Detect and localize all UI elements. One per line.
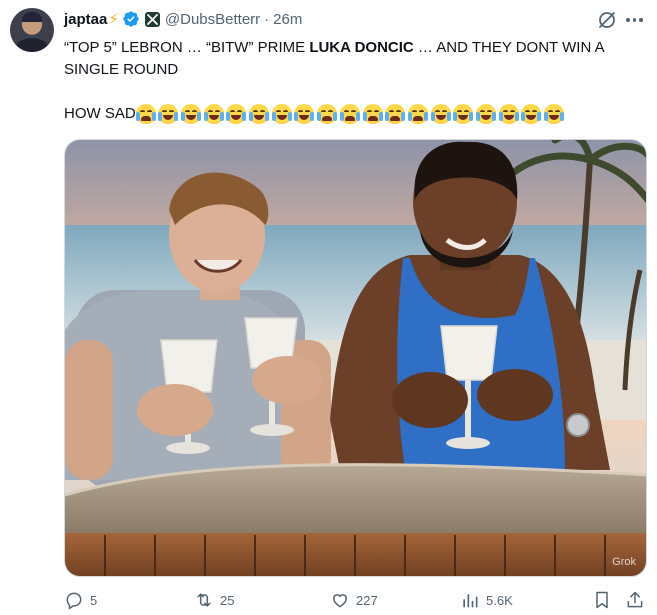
tweet-header: japtaa ⚡ @DubsBetterr · 26m [64,9,302,29]
like-icon [330,590,350,610]
laughing-tears-emoji [475,104,496,124]
crying-face-emoji [407,104,428,124]
x-affiliate-icon[interactable] [144,11,160,27]
bookmark-icon [592,590,612,610]
author-handle[interactable]: @DubsBetterr [165,11,260,28]
views-button[interactable]: 5.6K [460,590,513,610]
author-emoji: ⚡ [108,11,119,28]
laughing-tears-emoji [271,104,292,124]
laughing-tears-emoji [226,104,247,124]
action-bar: 5 25 227 5.6K [64,590,647,612]
bookmark-button[interactable] [592,590,612,610]
reply-count: 5 [90,592,98,608]
views-icon [460,590,480,610]
tweet-text-line2: HOW SAD [64,103,567,125]
verified-badge-icon[interactable] [122,10,140,28]
laughing-tears-emoji [181,104,202,124]
laughing-tears-emoji [203,104,224,124]
text-part-1: “TOP 5” LEBRON … “BITW” PRIME [64,39,310,56]
timestamp[interactable]: 26m [273,11,302,28]
repost-icon [194,590,214,610]
laughing-tears-emoji [453,104,474,124]
avatar[interactable] [10,8,54,52]
avatar-shirt [16,38,48,52]
text-bold: LUKA DONCIC [309,39,414,56]
text-line2: HOW SAD [64,105,136,122]
laughing-tears-emoji [498,104,519,124]
share-button[interactable] [625,590,645,610]
grok-watermark: Grok [612,556,636,568]
laughing-tears-emoji [249,104,270,124]
crying-face-emoji [362,104,383,124]
beach-photo [65,140,646,576]
more-icon[interactable] [626,18,643,22]
emoji-row [135,104,567,124]
like-count: 227 [356,592,378,608]
laughing-tears-emoji [158,104,179,124]
tweet[interactable]: japtaa ⚡ @DubsBetterr · 26m “TOP 5” LEBR… [0,0,657,615]
crying-face-emoji [385,104,406,124]
author-name[interactable]: japtaa [64,11,107,28]
like-button[interactable]: 227 [330,590,378,610]
laughing-tears-emoji [430,104,451,124]
laughing-tears-emoji [521,104,542,124]
avatar-cap [22,12,42,22]
crying-face-emoji [339,104,360,124]
crying-face-emoji [135,104,156,124]
separator: · [264,10,270,28]
laughing-tears-emoji [544,104,565,124]
repost-button[interactable]: 25 [194,590,234,610]
tweet-text: “TOP 5” LEBRON … “BITW” PRIME LUKA DONCI… [64,37,644,81]
reply-button[interactable]: 5 [64,590,97,610]
grok-icon[interactable] [597,10,617,30]
views-count: 5.6K [486,592,513,608]
tweet-image[interactable]: Grok [64,139,647,577]
share-icon [625,590,645,610]
reply-icon [64,590,84,610]
repost-count: 25 [220,592,235,608]
crying-face-emoji [317,104,338,124]
laughing-tears-emoji [294,104,315,124]
